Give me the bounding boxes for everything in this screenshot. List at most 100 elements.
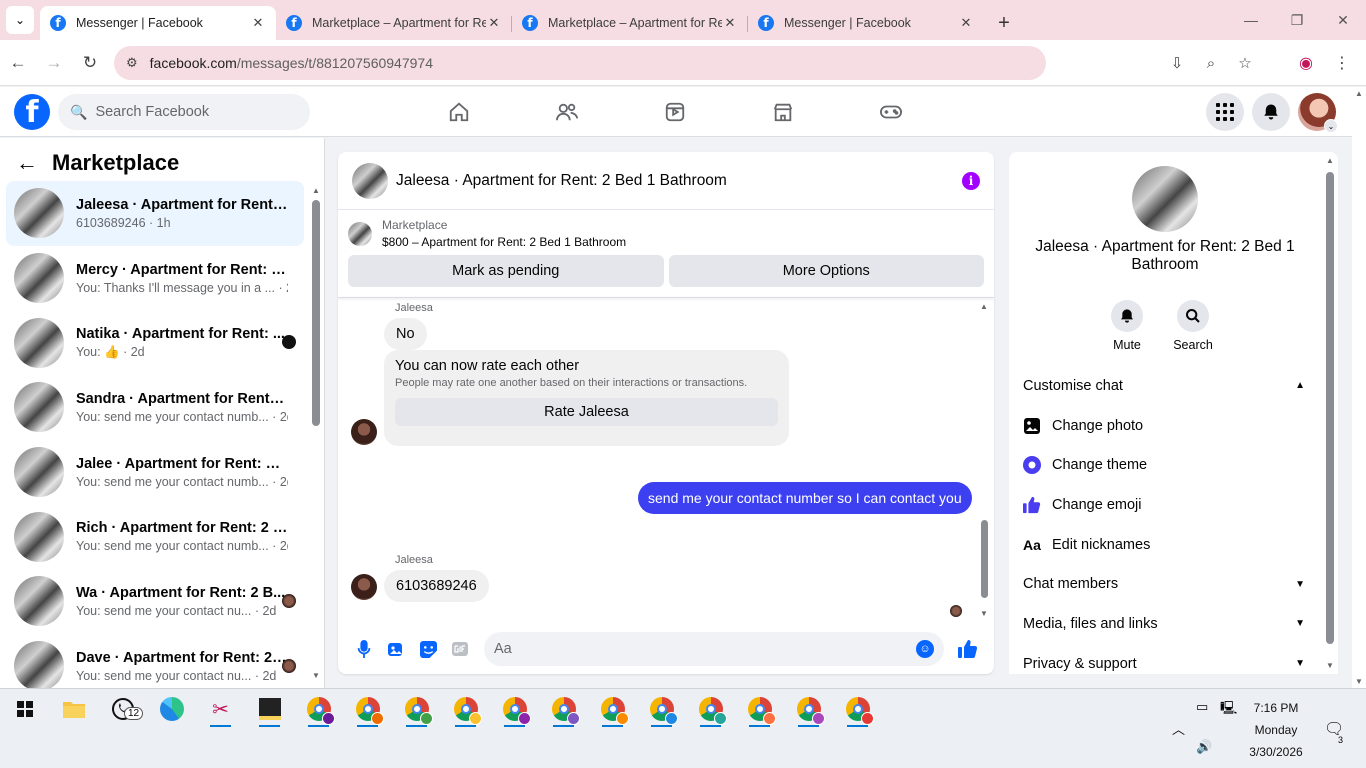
conversation-item[interactable]: Rich · Apartment for Rent: 2 Be... You: … — [6, 504, 304, 569]
chrome-window-button[interactable] — [833, 689, 882, 729]
scroll-up-icon[interactable]: ▲ — [312, 186, 320, 195]
change-photo-item[interactable]: Change photo — [1009, 406, 1319, 446]
scroll-down-icon[interactable]: ▼ — [980, 609, 988, 618]
info-icon[interactable]: i — [962, 171, 980, 190]
tab-search-button[interactable]: ⌄ — [6, 6, 34, 34]
battery-icon[interactable]: ▭ — [1196, 699, 1208, 715]
edge-button[interactable] — [147, 689, 196, 729]
scroll-up-icon[interactable]: ▲ — [1326, 156, 1334, 165]
change-emoji-item[interactable]: Change emoji — [1009, 485, 1319, 525]
change-theme-item[interactable]: Change theme — [1009, 445, 1319, 485]
scroll-down-icon[interactable]: ▼ — [1326, 661, 1334, 670]
browser-tab-3[interactable]: f Marketplace – Apartment for Rent ✕ — [512, 6, 748, 40]
scrollbar-thumb[interactable] — [1326, 172, 1334, 644]
volume-icon[interactable]: 🔊 — [1196, 739, 1212, 755]
message-bubble-incoming[interactable]: 6103689246 — [384, 570, 489, 602]
forward-arrow-icon[interactable]: → — [36, 45, 72, 81]
back-arrow-icon[interactable]: ← — [0, 45, 36, 81]
file-explorer-button[interactable] — [49, 689, 98, 729]
scroll-down-icon[interactable]: ▼ — [1355, 677, 1363, 686]
chat-scrollbar[interactable]: ▲ ▼ — [980, 302, 989, 618]
install-app-icon[interactable]: ⇩ — [1166, 48, 1188, 78]
page-scrollbar[interactable]: ▲ ▼ — [1352, 87, 1366, 688]
privacy-support-section[interactable]: Privacy & support ▼ — [1009, 644, 1319, 674]
chat-members-section[interactable]: Chat members ▼ — [1009, 564, 1319, 604]
conversation-item[interactable]: Wa · Apartment for Rent: 2 B... You: sen… — [6, 569, 304, 634]
reload-icon[interactable]: ↻ — [72, 45, 108, 81]
sticker-icon[interactable] — [412, 633, 444, 665]
emoji-icon[interactable]: ☺ — [916, 640, 934, 658]
browser-tab-2[interactable]: f Marketplace – Apartment for Rent ✕ — [276, 6, 512, 40]
snipping-tool-button[interactable]: ✂ — [196, 689, 245, 729]
media-files-links-section[interactable]: Media, files and links ▼ — [1009, 604, 1319, 644]
home-icon[interactable] — [405, 87, 513, 137]
rate-jaleesa-button[interactable]: Rate Jaleesa — [395, 398, 778, 426]
close-tab-icon[interactable]: ✕ — [250, 15, 266, 31]
restore-icon[interactable]: ❐ — [1274, 0, 1320, 40]
marketplace-icon[interactable] — [729, 87, 837, 137]
close-tab-icon[interactable]: ✕ — [958, 15, 974, 31]
network-icon[interactable]: 🖳 — [1220, 699, 1237, 721]
conversation-item[interactable]: Natika · Apartment for Rent: ... You: 👍 … — [6, 310, 304, 375]
mark-as-pending-button[interactable]: Mark as pending — [348, 255, 664, 287]
chrome-window-button[interactable] — [686, 689, 735, 729]
chrome-window-button[interactable] — [294, 689, 343, 729]
conversation-item[interactable]: Jalee · Apartment for Rent: 2 Be... You:… — [6, 440, 304, 505]
minimize-icon[interactable]: — — [1228, 0, 1274, 40]
mute-button[interactable]: Mute — [1109, 300, 1145, 352]
scroll-up-icon[interactable]: ▲ — [1355, 89, 1363, 98]
facebook-logo-icon[interactable]: f — [14, 94, 50, 130]
message-bubble-incoming[interactable]: No — [384, 318, 427, 350]
system-clock[interactable]: 7:16 PM Monday 3/30/2026 — [1238, 697, 1314, 763]
customise-chat-section[interactable]: Customise chat ▲ — [1009, 366, 1319, 406]
photo-icon[interactable] — [380, 633, 412, 665]
more-options-button[interactable]: More Options — [668, 255, 984, 287]
chat-list-scrollbar[interactable]: ▲ ▼ — [312, 186, 320, 680]
scrollbar-thumb[interactable] — [981, 520, 988, 598]
video-icon[interactable] — [621, 87, 729, 137]
new-tab-button[interactable]: + — [990, 9, 1018, 37]
zoom-icon[interactable]: ⌕ — [1200, 48, 1222, 78]
facebook-search[interactable]: 🔍 — [58, 94, 310, 130]
close-window-icon[interactable]: ✕ — [1320, 0, 1366, 40]
thumbs-up-icon[interactable] — [952, 633, 984, 665]
chat-title[interactable]: Jaleesa · Apartment for Rent: 2 Bed 1 Ba… — [396, 172, 962, 190]
start-button[interactable] — [0, 689, 49, 729]
address-bar[interactable]: ⚙ facebook.com/messages/t/88120756094797… — [114, 45, 1046, 80]
scrollbar-thumb[interactable] — [312, 200, 320, 426]
listing-photo[interactable] — [1132, 166, 1198, 232]
friends-icon[interactable] — [513, 87, 621, 137]
message-input[interactable] — [494, 641, 916, 657]
chrome-window-button[interactable] — [441, 689, 490, 729]
chrome-window-button[interactable] — [784, 689, 833, 729]
sender-avatar[interactable] — [351, 574, 377, 600]
search-input[interactable] — [95, 104, 296, 120]
bookmark-star-icon[interactable]: ☆ — [1234, 48, 1256, 78]
sticky-notes-button[interactable] — [245, 689, 294, 729]
listing-price-title[interactable]: $800 – Apartment for Rent: 2 Bed 1 Bathr… — [382, 235, 626, 249]
search-in-chat-button[interactable]: Search — [1173, 300, 1213, 352]
microphone-icon[interactable] — [348, 633, 380, 665]
gaming-icon[interactable] — [837, 87, 945, 137]
message-bubble-outgoing[interactable]: send me your contact number so I can con… — [638, 482, 972, 514]
kebab-menu-icon[interactable]: ⋮ — [1328, 48, 1356, 78]
chrome-window-button[interactable] — [343, 689, 392, 729]
browser-tab-4[interactable]: f Messenger | Facebook ✕ — [748, 6, 984, 40]
browser-tab-1[interactable]: f Messenger | Facebook ✕ — [40, 6, 276, 40]
conversation-item[interactable]: Mercy · Apartment for Rent: 2 ... You: T… — [6, 246, 304, 311]
menu-grid-icon[interactable] — [1206, 93, 1244, 131]
gif-icon[interactable] — [444, 633, 476, 665]
close-tab-icon[interactable]: ✕ — [486, 15, 502, 31]
edit-nicknames-item[interactable]: Aa Edit nicknames — [1009, 525, 1319, 565]
notifications-bell-icon[interactable] — [1252, 93, 1290, 131]
account-avatar[interactable]: ⌄ — [1298, 93, 1338, 133]
conversation-item[interactable]: Jaleesa · Apartment for Rent: 2 ... 6103… — [6, 181, 304, 246]
site-info-icon[interactable]: ⚙ — [126, 55, 138, 71]
chrome-window-button[interactable] — [588, 689, 637, 729]
details-scrollbar[interactable]: ▲ ▼ — [1325, 156, 1335, 670]
scroll-down-icon[interactable]: ▼ — [312, 671, 320, 680]
message-input-wrapper[interactable]: ☺ — [484, 632, 944, 666]
conversation-item[interactable]: Dave · Apartment for Rent: 2 ... You: se… — [6, 634, 304, 688]
back-arrow-icon[interactable]: ← — [16, 150, 38, 176]
chrome-window-button[interactable] — [392, 689, 441, 729]
